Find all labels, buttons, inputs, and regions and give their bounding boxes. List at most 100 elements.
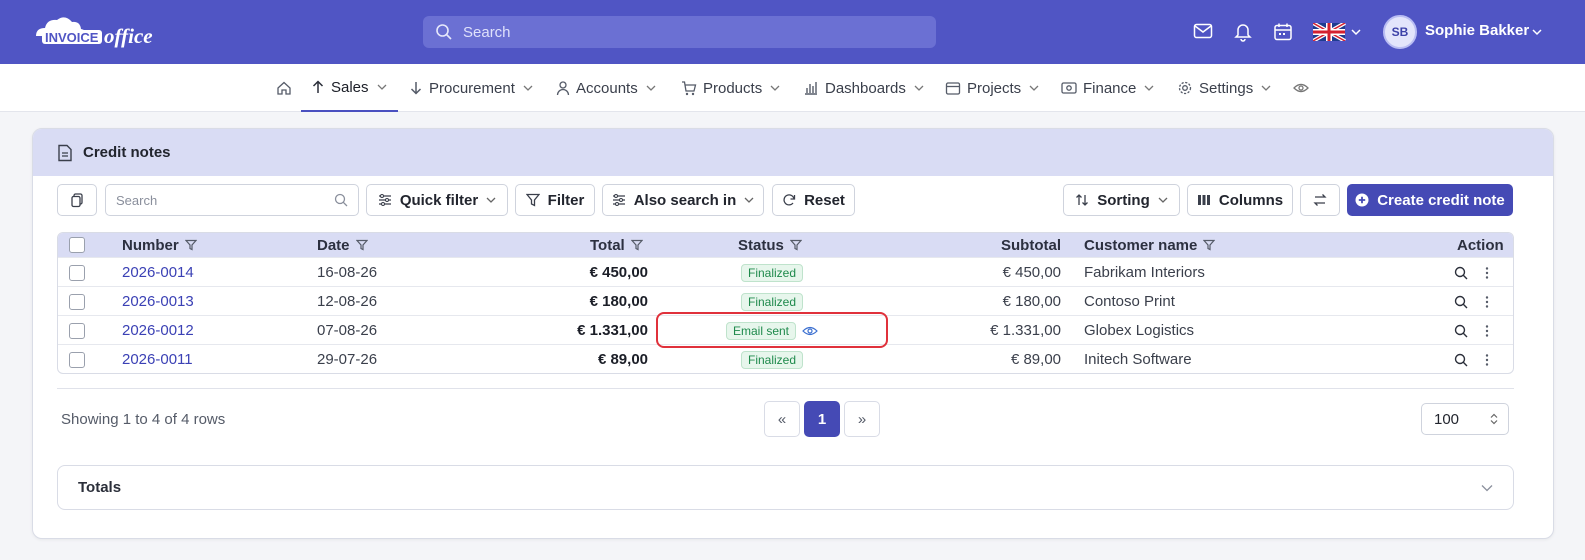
row-checkbox[interactable] — [69, 351, 85, 368]
credit-note-number-link[interactable]: 2026-0014 — [122, 258, 194, 287]
money-icon — [1061, 82, 1077, 94]
view-icon[interactable] — [1454, 287, 1468, 316]
chevron-down-icon — [523, 85, 533, 91]
row-checkbox[interactable] — [69, 264, 85, 281]
pagination-prev-button[interactable]: « — [764, 401, 800, 437]
eye-icon — [1293, 83, 1309, 93]
filter-icon[interactable] — [630, 239, 643, 251]
chevron-down-icon — [1144, 85, 1154, 91]
total-cell: € 180,00 — [589, 293, 648, 310]
credit-notes-card: Credit notes Search Quick filter Filter … — [32, 128, 1554, 539]
view-icon[interactable] — [1454, 316, 1468, 345]
status-badge: Finalized — [740, 292, 804, 311]
subtotal-cell: € 89,00 — [1010, 351, 1061, 368]
nav-visibility[interactable] — [1293, 64, 1315, 112]
filter-icon[interactable] — [355, 239, 368, 251]
nav-item-dashboards[interactable]: Dashboards — [803, 64, 924, 112]
select-all-checkbox[interactable] — [69, 237, 85, 253]
column-number[interactable]: Number — [122, 233, 197, 257]
mail-icon[interactable] — [1193, 22, 1215, 42]
pagination-page-button[interactable]: 1 — [804, 401, 840, 437]
chevron-down-icon — [1158, 197, 1168, 203]
totals-panel[interactable]: Totals — [57, 465, 1514, 510]
sorting-button[interactable]: Sorting — [1063, 184, 1180, 216]
table-search-input[interactable]: Search — [105, 184, 359, 216]
create-credit-note-button[interactable]: Create credit note — [1347, 184, 1513, 216]
column-customer-name[interactable]: Customer name — [1084, 233, 1216, 257]
bell-icon[interactable] — [1234, 22, 1256, 42]
table-row[interactable]: 2026-0011 29-07-26 € 89,00 Finalized € 8… — [58, 344, 1513, 373]
pagination-next-button[interactable]: » — [844, 401, 880, 437]
chevron-down-icon — [377, 84, 386, 90]
chevron-down-icon — [646, 85, 656, 91]
filter-button[interactable]: Filter — [515, 184, 595, 216]
customer-name-cell: Globex Logistics — [1084, 322, 1195, 339]
logo[interactable]: INVOICE office — [32, 12, 182, 52]
chevron-down-icon — [1481, 484, 1493, 491]
main-nav: Sales Procurement Accounts Products Dash… — [0, 64, 1585, 112]
filter-icon[interactable] — [789, 239, 802, 251]
cart-icon — [682, 81, 697, 96]
nav-label: Settings — [1199, 79, 1254, 97]
totals-label: Totals — [78, 479, 122, 496]
chevron-down-icon — [914, 85, 924, 91]
search-icon — [436, 24, 452, 40]
reset-button[interactable]: Reset — [772, 184, 855, 216]
person-icon — [556, 81, 570, 96]
search-icon — [334, 193, 348, 207]
swap-button[interactable] — [1300, 184, 1340, 216]
also-search-in-button[interactable]: Also search in — [602, 184, 764, 216]
global-search-input[interactable]: Search — [423, 16, 936, 48]
status-highlight-annotation — [656, 312, 888, 348]
chevron-down-icon[interactable] — [1531, 27, 1543, 37]
nav-item-products[interactable]: Products — [681, 64, 780, 112]
uk-flag-icon — [1313, 23, 1361, 41]
nav-label: Projects — [967, 79, 1022, 97]
sliders-icon — [378, 194, 391, 206]
copy-button[interactable] — [57, 184, 97, 216]
avatar[interactable]: SB — [1383, 15, 1417, 49]
page-title: Credit notes — [83, 144, 171, 161]
view-icon[interactable] — [1454, 345, 1468, 373]
date-cell: 16-08-26 — [317, 264, 378, 281]
nav-item-projects[interactable]: Projects — [945, 64, 1039, 112]
credit-note-number-link[interactable]: 2026-0012 — [122, 316, 194, 345]
filter-icon[interactable] — [184, 239, 197, 251]
top-bar: INVOICE office Search SB Sophie Bakker — [0, 0, 1585, 64]
column-total[interactable]: Total — [590, 233, 643, 257]
swap-icon — [1313, 194, 1327, 206]
column-status[interactable]: Status — [738, 233, 802, 257]
nav-item-settings[interactable]: Settings — [1177, 64, 1271, 112]
columns-button[interactable]: Columns — [1187, 184, 1293, 216]
table-row[interactable]: 2026-0013 12-08-26 € 180,00 Finalized € … — [58, 286, 1513, 315]
calendar-icon[interactable] — [1273, 22, 1295, 42]
nav-item-procurement[interactable]: Procurement — [409, 64, 533, 112]
credit-note-number-link[interactable]: 2026-0011 — [122, 345, 193, 373]
column-date[interactable]: Date — [317, 233, 368, 257]
filter-icon[interactable] — [1203, 239, 1216, 251]
table-row[interactable]: 2026-0014 16-08-26 € 450,00 Finalized € … — [58, 257, 1513, 286]
language-selector[interactable] — [1313, 23, 1363, 43]
subtotal-cell: € 180,00 — [1002, 293, 1061, 310]
more-icon[interactable] — [1485, 316, 1489, 345]
view-icon[interactable] — [1454, 258, 1468, 287]
more-icon[interactable] — [1485, 258, 1489, 287]
rows-per-page-select[interactable]: 100 — [1421, 403, 1509, 435]
nav-item-sales[interactable]: Sales — [301, 64, 398, 112]
nav-item-finance[interactable]: Finance — [1061, 64, 1154, 112]
column-subtotal[interactable]: Subtotal — [1001, 233, 1061, 257]
row-checkbox[interactable] — [69, 293, 85, 310]
date-cell: 29-07-26 — [317, 351, 378, 368]
more-icon[interactable] — [1485, 287, 1489, 316]
card-header: Credit notes — [33, 129, 1553, 176]
nav-home[interactable] — [276, 64, 298, 112]
credit-note-number-link[interactable]: 2026-0013 — [122, 287, 194, 316]
total-cell: € 89,00 — [597, 351, 648, 368]
more-icon[interactable] — [1485, 345, 1489, 373]
customer-name-cell: Initech Software — [1084, 351, 1192, 368]
columns-label: Columns — [1218, 191, 1284, 209]
user-name[interactable]: Sophie Bakker — [1425, 22, 1529, 39]
quick-filter-button[interactable]: Quick filter — [366, 184, 508, 216]
row-checkbox[interactable] — [69, 322, 85, 339]
nav-item-accounts[interactable]: Accounts — [556, 64, 656, 112]
